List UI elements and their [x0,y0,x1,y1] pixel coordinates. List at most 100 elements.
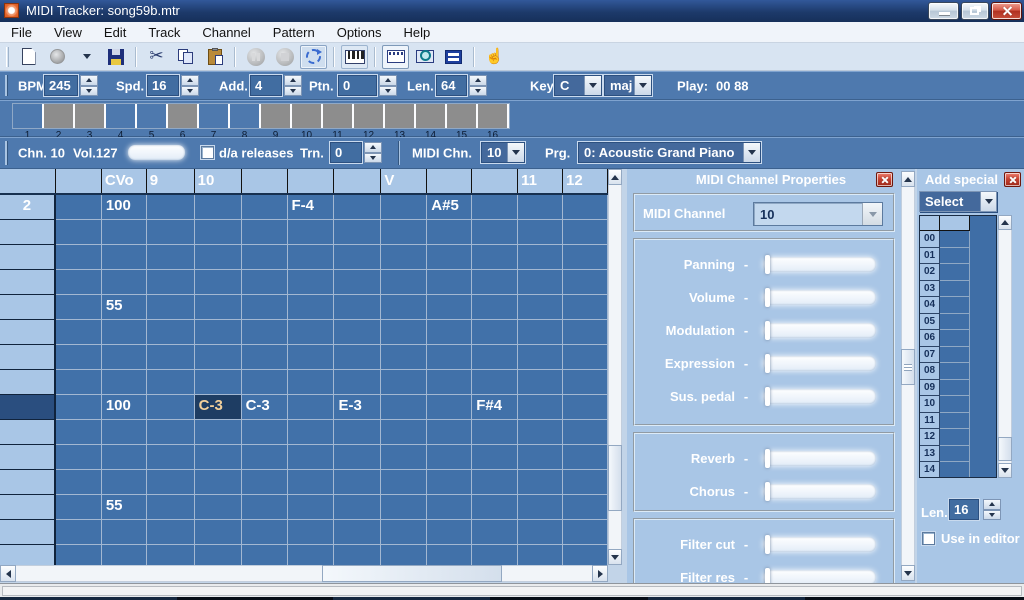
tracker-cell[interactable] [334,270,381,295]
volume-slider[interactable] [763,290,876,305]
tracker-cell[interactable] [472,295,518,320]
tracker-cell[interactable] [427,270,472,295]
midi-channel-select[interactable]: 10 [753,202,883,226]
close-panel-button[interactable] [1004,172,1021,187]
sequence-cell-8[interactable] [230,104,259,128]
tracker-cell[interactable] [472,420,518,445]
tracker-cell[interactable] [56,295,102,320]
tracker-cell[interactable] [56,270,102,295]
tracker-cell[interactable] [288,345,335,370]
tracker-cell[interactable] [472,270,518,295]
add-stepper[interactable] [284,75,302,96]
tracker-cell[interactable] [334,220,381,245]
tracker-cell[interactable] [56,370,102,395]
len-stepper[interactable] [469,75,487,96]
sequence-cell-16[interactable] [478,104,507,128]
tracker-cell[interactable] [242,220,288,245]
menu-item-track[interactable]: Track [137,23,191,42]
tracker-cell[interactable] [56,445,102,470]
tracker-row-label[interactable] [0,320,56,345]
tracker-cell[interactable] [334,370,381,395]
tracker-cell[interactable] [518,270,563,295]
tracker-cell[interactable]: F#4 [472,395,518,420]
channel-volume-slider[interactable] [128,145,185,160]
chorus-slider[interactable] [763,484,876,499]
tracker-cell[interactable] [334,195,381,220]
tracker-cell[interactable] [242,495,288,520]
tracker-cell[interactable] [102,220,147,245]
ptn-input[interactable]: 0 [338,75,377,96]
tracker-cell[interactable] [427,520,472,545]
tracker-row-label[interactable]: 2 [0,195,56,220]
tracker-row-label[interactable] [0,245,56,270]
tracker-cell[interactable] [334,420,381,445]
tracker-cell[interactable] [472,520,518,545]
sequence-cell-10[interactable] [292,104,321,128]
tracker-cell[interactable] [472,345,518,370]
tracker-cell[interactable]: 100 [102,195,147,220]
tracker-cell[interactable] [563,195,608,220]
stop-button[interactable] [271,45,298,69]
slider-thumb[interactable] [765,387,770,406]
tracker-cell[interactable] [242,370,288,395]
key-select[interactable]: C [554,75,602,96]
tracker-cell[interactable] [195,420,242,445]
tracker-cell[interactable] [102,245,147,270]
restore-button[interactable] [961,2,989,20]
tracker-cell[interactable] [472,470,518,495]
tracker-cell[interactable] [472,445,518,470]
da-releases-checkbox[interactable] [201,146,214,159]
special-row-value[interactable] [940,314,970,331]
tracker-cell[interactable] [334,345,381,370]
tracker-cell[interactable] [195,220,242,245]
tracker-cell[interactable] [195,545,242,565]
tracker-cell[interactable] [102,345,147,370]
tracker-cell[interactable] [195,495,242,520]
tracker-cell[interactable] [334,545,381,565]
toolbar-gripper[interactable] [5,141,8,165]
tracker-cell[interactable] [518,345,563,370]
grid-horizontal-scrollbar[interactable] [0,565,608,582]
tracker-cell[interactable] [56,420,102,445]
tracker-cell[interactable] [518,445,563,470]
tracker-cell[interactable] [518,245,563,270]
tracker-cell[interactable] [334,520,381,545]
tracker-cell[interactable] [56,320,102,345]
tracker-cell[interactable] [334,445,381,470]
sequence-cell-5[interactable] [137,104,166,128]
tracker-row-label[interactable] [0,495,56,520]
tracker-cell[interactable] [563,220,608,245]
tracker-cell[interactable]: A#5 [427,195,472,220]
special-row-value[interactable] [940,248,970,265]
toolbar-gripper[interactable] [5,75,8,96]
tracker-cell[interactable] [56,470,102,495]
transpose-stepper[interactable] [364,142,382,163]
ptn-stepper[interactable] [379,75,397,96]
tracker-cell[interactable] [518,320,563,345]
tracker-cell[interactable] [427,470,472,495]
close-button[interactable] [991,2,1022,20]
tracker-cell[interactable]: 55 [102,295,147,320]
scroll-down-button[interactable] [608,549,622,565]
grid-column-header-12[interactable]: 12 [563,169,608,193]
tracker-cell[interactable] [242,295,288,320]
slider-thumb[interactable] [765,482,770,501]
tracker-cell[interactable] [195,295,242,320]
tracker-cell[interactable] [518,420,563,445]
tracker-cell[interactable] [147,545,195,565]
slider-thumb[interactable] [765,255,770,274]
tracker-row-label[interactable] [0,270,56,295]
special-row-value[interactable] [940,297,970,314]
tracker-cell[interactable] [147,520,195,545]
tracker-cell[interactable] [563,245,608,270]
tracker-cell[interactable] [102,445,147,470]
slider-thumb[interactable] [765,449,770,468]
grid-column-header-v[interactable]: V [381,169,427,193]
sequence-cell-13[interactable] [385,104,414,128]
tracker-cursor-cell[interactable]: C-3 [195,395,242,420]
tracker-cell[interactable] [563,295,608,320]
sequence-cell-12[interactable] [354,104,383,128]
tracker-cell[interactable] [147,420,195,445]
tracker-cell[interactable] [242,245,288,270]
tracker-cell[interactable] [147,395,195,420]
